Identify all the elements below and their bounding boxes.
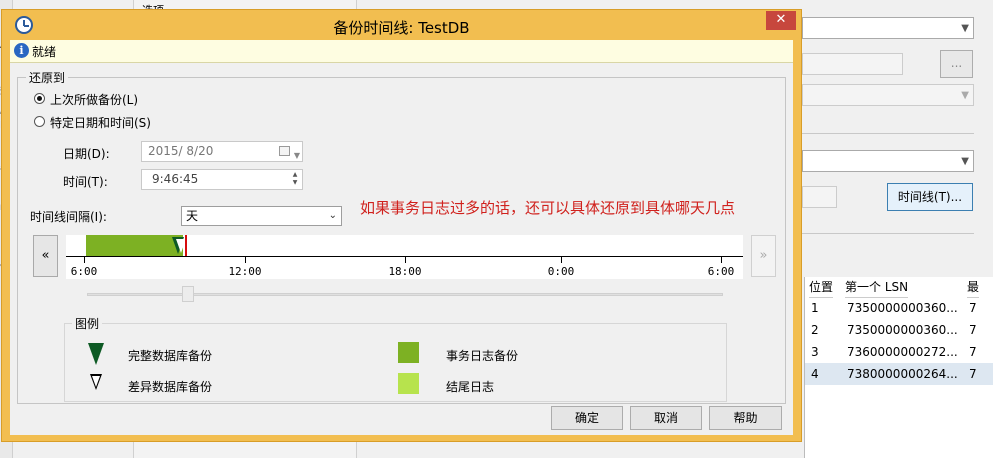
cancel-button[interactable]: 取消 — [630, 406, 702, 430]
divider — [802, 133, 974, 134]
dropdown-arrow-icon: ▼ — [293, 151, 300, 160]
dialog-titlebar[interactable]: 备份时间线: TestDB ✕ — [2, 10, 801, 40]
radio-last-backup-label[interactable]: 上次所做备份(L) — [50, 91, 138, 108]
timeline-tick-label: 18:00 — [388, 265, 422, 278]
dropdown-arrow-icon: ▼ — [961, 23, 969, 34]
log-backup-swatch — [398, 342, 419, 363]
background-combo-2[interactable]: ▼ — [802, 150, 974, 172]
timeline-button[interactable]: 时间线(T)... — [887, 183, 973, 211]
help-button[interactable]: 帮助 — [709, 406, 782, 430]
radio-specific-time[interactable] — [34, 116, 45, 127]
timeline-slider-thumb[interactable] — [182, 286, 194, 302]
browse-button[interactable]: ... — [940, 50, 973, 78]
table-cell-partial: 7 — [969, 345, 977, 359]
timeline-track[interactable]: 6:00 12:00 18:00 0:00 6:00 — [66, 235, 743, 279]
timeline-tick — [245, 257, 246, 263]
table-cell-partial: 7 — [969, 367, 977, 381]
log-backup-range[interactable] — [86, 235, 183, 256]
legend-log-label: 事务日志备份 — [446, 349, 519, 363]
radio-last-backup[interactable] — [34, 93, 45, 104]
info-icon: i — [14, 43, 29, 58]
status-text: 就绪 — [32, 45, 57, 59]
background-combo-disabled: ▼ — [802, 84, 974, 106]
calendar-icon — [279, 146, 290, 156]
dialog-client-area: i 就绪 还原到 上次所做备份(L) 特定日期和时间(S) 日期(D): 201… — [10, 40, 793, 435]
dropdown-arrow-icon: ▼ — [961, 156, 969, 167]
column-header-position[interactable]: 位置 — [809, 277, 834, 298]
backup-sets-grid[interactable]: 位置 第一个 LSN 最 1 7350000000360... 7 2 7350… — [804, 277, 993, 458]
legend-title: 图例 — [72, 315, 103, 332]
dropdown-arrow-icon: ▼ — [961, 90, 969, 101]
tail-log-swatch — [398, 373, 419, 394]
timeline-tick — [405, 257, 406, 263]
dropdown-arrow-icon: ⌄ — [328, 210, 337, 221]
background-combo-1[interactable]: ▼ — [802, 17, 974, 39]
table-cell-partial: 7 — [969, 323, 977, 337]
table-cell-partial: 7 — [969, 301, 977, 315]
background-field-disabled — [802, 53, 903, 75]
legend-full-label: 完整数据库备份 — [128, 349, 213, 363]
date-value: 2015/ 8/20 — [148, 144, 214, 158]
timeline-tick — [721, 257, 722, 263]
spin-up-icon[interactable]: ▲ — [289, 171, 301, 179]
legend-tail-label: 结尾日志 — [446, 380, 495, 394]
timeline-tick-label: 6:00 — [70, 265, 98, 278]
date-picker[interactable]: 2015/ 8/20 ▼ — [141, 141, 303, 162]
annotation-text: 如果事务日志过多的话，还可以具体还原到具体哪天几点 — [360, 199, 736, 217]
table-cell-lsn: 7380000000264... — [847, 367, 958, 381]
timeline-tick — [561, 257, 562, 263]
time-spinner[interactable]: 9:46:45 ▲ ▼ — [141, 169, 303, 190]
table-cell-position: 3 — [811, 345, 819, 359]
timeline-tick-label: 12:00 — [228, 265, 262, 278]
date-label: 日期(D): — [63, 147, 110, 161]
timeline-next-button[interactable]: » — [751, 235, 776, 277]
table-cell-position: 4 — [811, 367, 819, 381]
table-cell-lsn: 7350000000360... — [847, 323, 958, 337]
timeline-tick-label: 6:00 — [707, 265, 735, 278]
radio-specific-time-label[interactable]: 特定日期和时间(S) — [50, 114, 151, 131]
interval-value: 天 — [186, 209, 199, 223]
column-header-partial[interactable]: 最 — [967, 277, 980, 298]
close-button[interactable]: ✕ — [766, 11, 796, 30]
status-bar: i 就绪 — [10, 40, 793, 63]
interval-select[interactable]: 天 ⌄ — [181, 206, 342, 226]
column-header-first-lsn[interactable]: 第一个 LSN — [845, 277, 909, 298]
timeline-tick-label: 0:00 — [547, 265, 575, 278]
restore-to-label: 还原到 — [26, 69, 69, 86]
table-cell-lsn: 7360000000272... — [847, 345, 958, 359]
diff-backup-icon-inner — [92, 376, 100, 387]
table-cell-lsn: 7350000000360... — [847, 301, 958, 315]
backup-timeline-dialog: 备份时间线: TestDB ✕ i 就绪 还原到 上次所做备份(L) 特定日期和… — [1, 9, 802, 442]
full-backup-icon — [88, 343, 104, 365]
table-cell-position: 2 — [811, 323, 819, 337]
spin-buttons[interactable]: ▲ ▼ — [289, 171, 301, 188]
spin-down-icon[interactable]: ▼ — [289, 179, 301, 187]
close-icon: ✕ — [775, 12, 787, 27]
legend-diff-label: 差异数据库备份 — [128, 380, 213, 394]
time-label: 时间(T): — [63, 175, 108, 189]
interval-label: 时间线间隔(I): — [30, 210, 107, 224]
divider — [802, 233, 974, 234]
table-cell-position: 1 — [811, 301, 819, 315]
timeline-prev-button[interactable]: « — [33, 235, 58, 277]
ok-button[interactable]: 确定 — [551, 406, 623, 430]
dialog-title: 备份时间线: TestDB — [333, 19, 470, 37]
background-field-small — [802, 186, 837, 208]
timeline-tick — [84, 257, 85, 263]
restore-point-cursor[interactable] — [185, 235, 187, 257]
time-value: 9:46:45 — [152, 172, 199, 186]
